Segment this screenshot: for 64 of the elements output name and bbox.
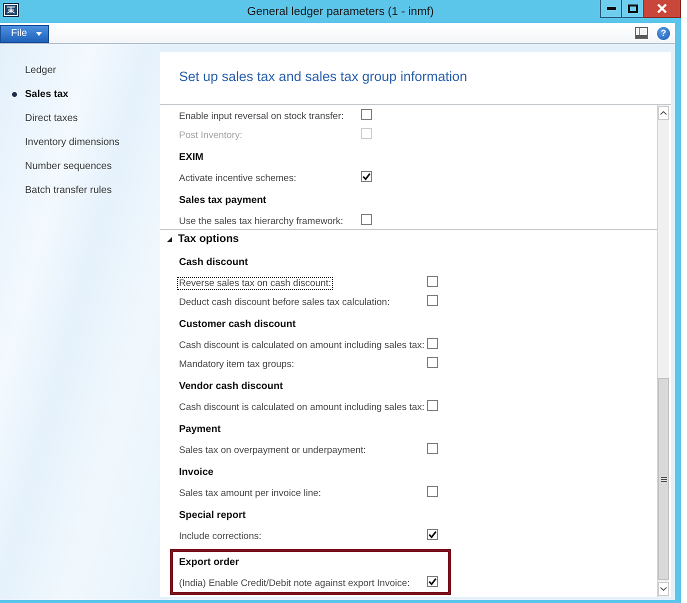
checkbox[interactable] (427, 276, 438, 287)
scroll-up-button[interactable] (658, 106, 669, 120)
chevron-down-icon (660, 587, 667, 591)
checkbox[interactable] (361, 109, 372, 120)
nav-item[interactable]: Inventory dimensions (12, 130, 120, 154)
checkbox[interactable] (361, 171, 372, 182)
checkbox[interactable] (427, 443, 438, 454)
close-icon (657, 4, 667, 13)
checkbox[interactable] (427, 529, 438, 540)
group-heading: EXIM (179, 152, 204, 163)
nav-item[interactable]: Sales tax (12, 82, 68, 106)
group-heading: Export order (179, 557, 240, 568)
checkbox[interactable] (427, 338, 438, 349)
field-label: Deduct cash discount before sales tax calculation: (178, 296, 391, 308)
group-heading: Special report (179, 510, 246, 521)
scroll-thumb[interactable] (658, 378, 669, 580)
field-label: Use the sales tax hierarchy framework: (178, 214, 344, 228)
minimize-icon (606, 7, 616, 10)
group-heading: Customer cash discount (179, 319, 296, 330)
checkbox[interactable] (427, 576, 438, 587)
field-label: Sales tax on overpayment or underpayment: (178, 444, 367, 456)
group-heading: Sales tax payment (179, 195, 266, 206)
page-heading: Set up sales tax and sales tax group information (179, 68, 468, 84)
field-label: Include corrections: (178, 530, 262, 542)
check-icon (428, 530, 437, 539)
checkbox[interactable] (427, 295, 438, 306)
field-label: Cash discount is calculated on amount including sales tax: (178, 338, 426, 352)
fasttab-header[interactable]: Tax options (160, 230, 239, 248)
file-menu-button[interactable]: File (0, 24, 49, 42)
field-label: Activate incentive schemes: (178, 172, 298, 184)
field-label: Post Inventory: (178, 128, 244, 142)
field-label: Reverse sales tax on cash discount: (177, 276, 334, 290)
checkbox[interactable] (427, 486, 438, 497)
minimize-button[interactable] (600, 0, 622, 18)
app-icon (3, 3, 19, 17)
checkbox[interactable] (361, 214, 372, 225)
field-label: Mandatory item tax groups: (178, 358, 296, 370)
field-label: Enable input reversal on stock transfer: (178, 110, 345, 122)
panel-icon[interactable] (635, 27, 648, 39)
checkbox[interactable] (427, 400, 438, 411)
field-label: (India) Enable Credit/Debit note against export Invoice: (178, 576, 411, 590)
maximize-icon (628, 4, 638, 13)
nav-item[interactable]: Number sequences (12, 154, 112, 178)
checkbox[interactable] (427, 357, 438, 368)
close-button[interactable] (644, 0, 681, 18)
nav-item[interactable]: Batch transfer rules (12, 178, 112, 202)
group-heading: Payment (179, 424, 221, 435)
grip-icon (660, 476, 666, 482)
group-heading: Vendor cash discount (179, 381, 283, 392)
field-label: Cash discount is calculated on amount including sales tax: (178, 400, 426, 414)
field-label: Sales tax amount per invoice line: (178, 486, 322, 500)
nav-item[interactable]: Ledger (12, 58, 56, 82)
group-heading: Invoice (179, 467, 214, 478)
maximize-button[interactable] (622, 0, 644, 18)
group-heading: Cash discount (179, 257, 248, 268)
scroll-down-button[interactable] (658, 582, 669, 596)
check-icon (428, 577, 437, 586)
window-title: General ledger parameters (1 - inmf) (247, 6, 434, 18)
nav-item[interactable]: Direct taxes (12, 106, 78, 130)
triangle-icon (167, 236, 172, 242)
bullet-icon (12, 92, 17, 96)
caret-icon (36, 32, 42, 36)
check-icon (362, 172, 371, 181)
chevron-up-icon (660, 111, 667, 115)
